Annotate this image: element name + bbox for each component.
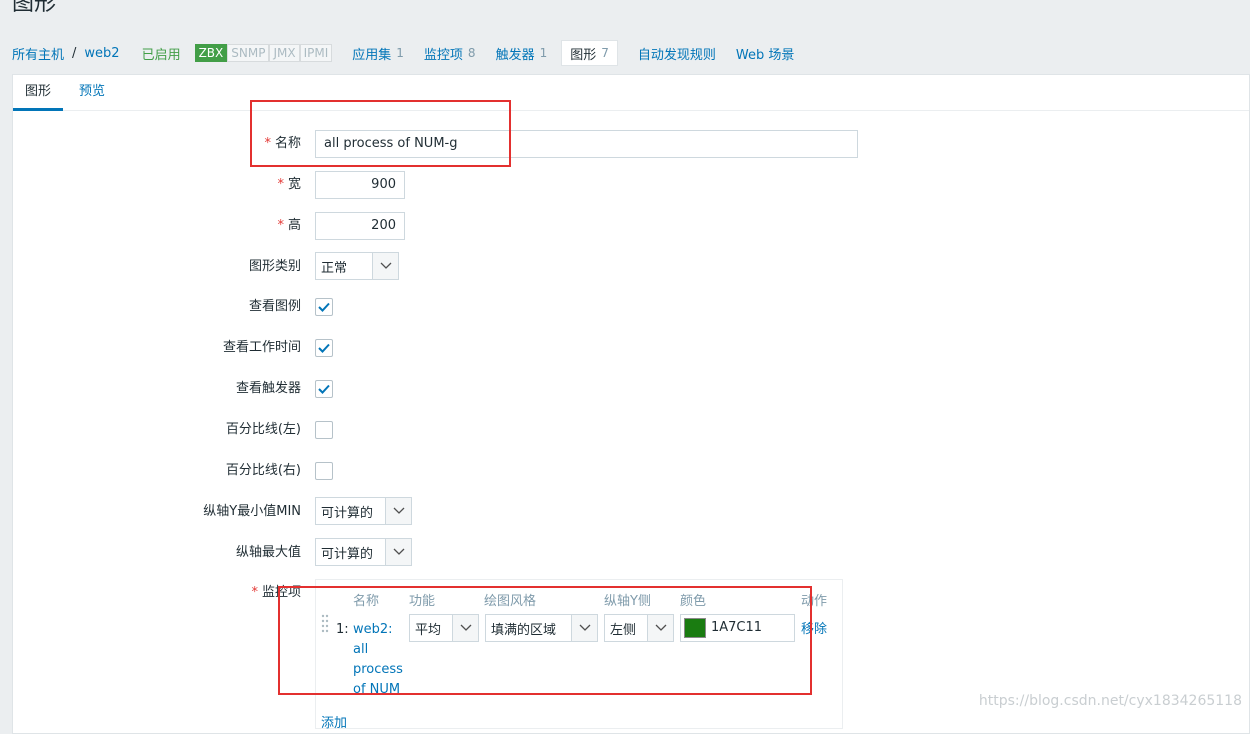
tab-web-label: Web 场景 — [735, 47, 795, 63]
row-index: 1: — [336, 622, 349, 637]
y-max-value: 可计算的 — [321, 546, 374, 562]
color-value: 1A7C11 — [711, 620, 763, 635]
check-icon — [318, 302, 330, 312]
required-mark: * — [277, 218, 284, 233]
subtab-preview[interactable]: 预览 — [67, 75, 117, 111]
show-triggers-label: 查看触发器 — [235, 381, 301, 396]
percentile-left-label: 百分比线(左) — [225, 422, 301, 437]
required-mark: * — [251, 585, 258, 600]
tab-discovery-label: 自动发现规则 — [637, 47, 716, 63]
tab-triggers-count: 1 — [539, 46, 548, 60]
draw-style-value: 填满的区域 — [491, 622, 557, 638]
show-legend-label: 查看图例 — [248, 299, 301, 314]
status-enabled[interactable]: 已启用 — [142, 44, 181, 63]
y-max-select[interactable]: 可计算的 — [315, 538, 412, 566]
color-input[interactable]: 1A7C11 — [680, 614, 795, 642]
item-name-line: all — [353, 642, 369, 657]
ipmi-badge: IPMI — [299, 44, 333, 62]
function-value: 平均 — [415, 622, 442, 638]
width-label: * 宽 — [277, 177, 301, 192]
item-name-line: web2: — [353, 622, 393, 637]
tab-graphs-count: 7 — [601, 46, 609, 60]
show-working-time-checkbox[interactable] — [315, 339, 333, 357]
name-label: * 名称 — [264, 136, 301, 151]
item-name-line: of NUM — [353, 682, 401, 697]
zbx-badge: ZBX — [194, 44, 228, 62]
form-subtabs: 图形 预览 — [13, 75, 1249, 111]
color-swatch[interactable] — [684, 618, 706, 638]
col-name-header: 名称 — [353, 594, 380, 609]
y-max-label: 纵轴最大值 — [235, 545, 301, 560]
items-label: * 监控项 — [251, 585, 301, 600]
chevron-down-icon — [385, 498, 411, 524]
breadcrumb-all-hosts[interactable]: 所有主机 — [12, 44, 64, 63]
tab-items-label: 监控项 — [423, 47, 463, 63]
name-input[interactable]: all process of NUM-g — [315, 130, 858, 158]
function-select[interactable]: 平均 — [409, 614, 479, 642]
jmx-badge: JMX — [269, 44, 300, 62]
item-name-link[interactable]: web2: all process of NUM — [353, 620, 413, 700]
check-icon — [318, 384, 330, 394]
snmp-badge: SNMP — [227, 44, 270, 62]
chevron-down-icon — [647, 615, 673, 641]
tab-items[interactable]: 监控项 8 — [424, 40, 476, 66]
percentile-left-checkbox[interactable] — [315, 421, 333, 439]
subtab-graph[interactable]: 图形 — [13, 75, 64, 111]
draw-style-select[interactable]: 填满的区域 — [485, 614, 598, 642]
graph-type-select[interactable]: 正常 — [315, 252, 399, 280]
add-item-button[interactable]: 添加 — [321, 712, 347, 731]
host-navigation: 所有主机 / web2 已启用 ZBX SNMP JMX IPMI 应用集 1 … — [12, 40, 1250, 66]
height-input[interactable]: 200 — [315, 212, 405, 240]
tab-triggers[interactable]: 触发器 1 — [496, 40, 548, 66]
height-label: * 高 — [277, 218, 301, 233]
graph-items-table: 名称 功能 绘图风格 纵轴Y侧 颜色 动作 1: web2: all proce… — [315, 579, 843, 731]
col-color-header: 颜色 — [680, 594, 707, 609]
show-triggers-checkbox[interactable] — [315, 380, 333, 398]
required-mark: * — [264, 136, 271, 151]
required-mark: * — [277, 177, 284, 192]
graph-type-label: 图形类别 — [248, 259, 301, 274]
tab-applications-count: 1 — [396, 46, 404, 60]
tab-applications[interactable]: 应用集 1 — [352, 40, 404, 66]
tab-graphs[interactable]: 图形 7 — [561, 40, 618, 66]
col-y-axis-header: 纵轴Y侧 — [604, 594, 651, 609]
tab-graphs-label: 图形 — [570, 47, 597, 63]
check-icon — [318, 343, 330, 353]
watermark: https://blog.csdn.net/cyx1834265118 — [978, 693, 1242, 709]
tab-items-count: 8 — [467, 46, 476, 60]
tab-discovery[interactable]: 自动发现规则 — [638, 40, 716, 66]
chevron-down-icon — [452, 615, 478, 641]
drag-handle-icon[interactable] — [321, 614, 329, 638]
chevron-down-icon — [385, 539, 411, 565]
width-input[interactable]: 900 — [315, 171, 405, 199]
y-axis-side-value: 左侧 — [610, 622, 637, 638]
y-min-value: 可计算的 — [321, 505, 374, 521]
chevron-down-icon — [372, 253, 398, 279]
chevron-down-icon — [571, 615, 597, 641]
graph-type-value: 正常 — [321, 260, 348, 276]
show-working-time-label: 查看工作时间 — [222, 340, 301, 355]
y-axis-side-select[interactable]: 左侧 — [604, 614, 674, 642]
percentile-right-label: 百分比线(右) — [225, 463, 301, 478]
remove-item-button[interactable]: 移除 — [801, 620, 827, 640]
page-title: 图形 — [12, 0, 57, 16]
breadcrumb-host[interactable]: web2 — [84, 46, 119, 61]
tab-triggers-label: 触发器 — [495, 47, 535, 63]
show-legend-checkbox[interactable] — [315, 298, 333, 316]
y-min-label: 纵轴Y最小值MIN — [203, 504, 301, 519]
y-min-select[interactable]: 可计算的 — [315, 497, 412, 525]
graph-form-panel: 图形 预览 * 名称 all process of NUM-g * 宽 900 * 高… — [12, 74, 1250, 734]
col-action-header: 动作 — [801, 594, 828, 609]
percentile-right-checkbox[interactable] — [315, 462, 333, 480]
availability-badges: ZBX SNMP JMX IPMI — [194, 44, 333, 62]
breadcrumb-separator: / — [72, 45, 77, 61]
item-name-line: process — [353, 662, 403, 677]
tab-web[interactable]: Web 场景 — [736, 40, 794, 66]
tab-applications-label: 应用集 — [352, 47, 392, 63]
col-draw-style-header: 绘图风格 — [484, 594, 537, 609]
col-function-header: 功能 — [409, 594, 436, 609]
